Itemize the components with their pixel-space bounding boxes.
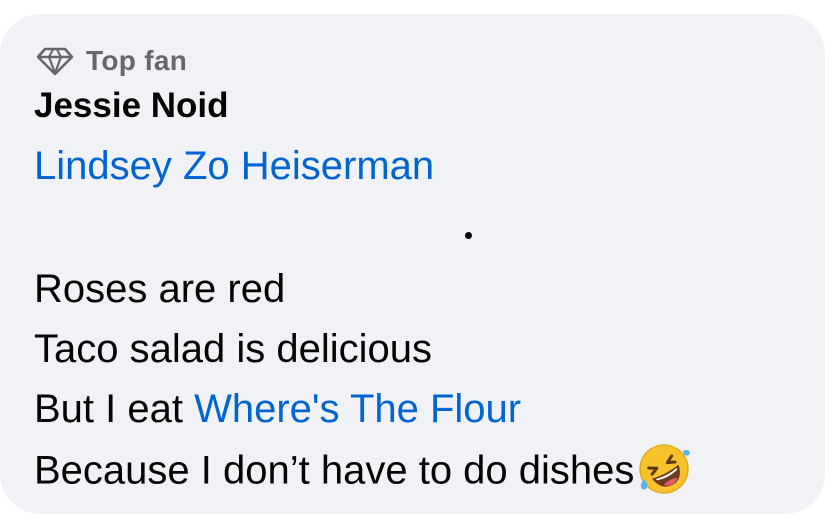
diamond-icon: [36, 46, 74, 76]
comment-text-line-4: Because I don’t have to do dishes: [34, 444, 692, 501]
badge-label: Top fan: [86, 45, 188, 76]
comment-bubble: Top fan Jessie Noid Lindsey Zo Heiserman…: [0, 14, 825, 514]
mention-link[interactable]: Lindsey Zo Heiserman: [34, 144, 434, 189]
comment-text-line-4-text: Because I don’t have to do dishes: [34, 448, 635, 493]
separator-dot: [465, 232, 472, 239]
comment-text-line-3: But I eat Where's The Flour: [34, 385, 521, 433]
comment-text-line-3-prefix: But I eat: [34, 387, 195, 431]
comment-author-name[interactable]: Jessie Noid: [34, 86, 229, 126]
comment-text-line-1: Roses are red: [34, 267, 286, 311]
top-fan-badge[interactable]: Top fan: [36, 44, 187, 78]
comment-text-line-2: Taco salad is delicious: [34, 327, 432, 371]
page-mention-link[interactable]: Where's The Flour: [194, 387, 521, 431]
rolling-laughing-emoji-icon: [636, 441, 692, 497]
